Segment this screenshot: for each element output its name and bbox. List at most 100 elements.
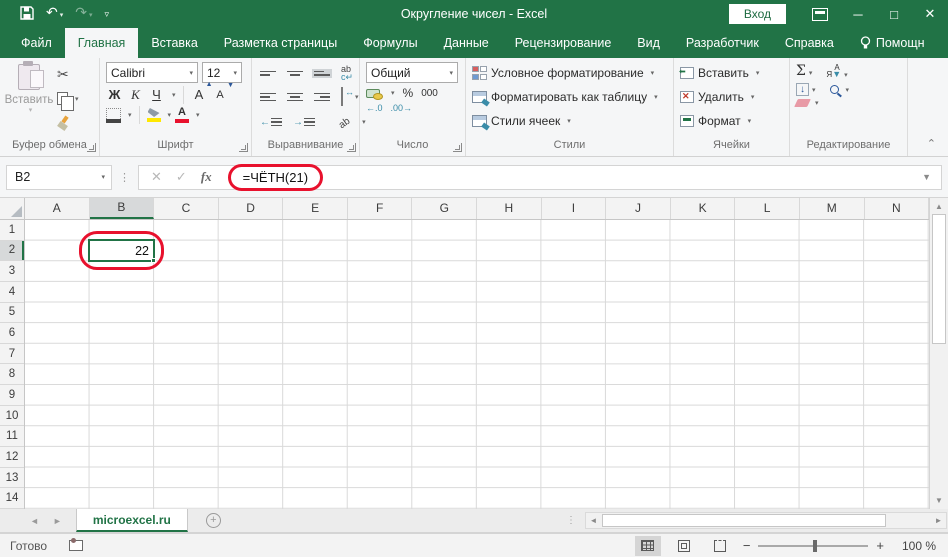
underline-button[interactable]: Ч xyxy=(148,85,165,104)
tab-Помощн[interactable]: Помощн xyxy=(847,28,938,58)
merge-center-button[interactable] xyxy=(339,86,345,108)
sheet-tab-active[interactable]: microexcel.ru xyxy=(76,509,188,532)
tab-Общий доступ[interactable]: Общий доступ xyxy=(938,28,948,58)
increase-indent-button[interactable]: → xyxy=(291,115,317,130)
column-header-M[interactable]: M xyxy=(800,198,865,219)
vertical-scrollbar-thumb[interactable] xyxy=(932,214,946,344)
scroll-left-icon[interactable]: ◄ xyxy=(586,516,601,525)
conditional-formatting-button[interactable]: Условное форматирование▾ xyxy=(472,62,668,84)
borders-dropdown-icon[interactable]: ▾ xyxy=(128,111,132,119)
tab-Разработчик[interactable]: Разработчик xyxy=(673,28,772,58)
zoom-out-icon[interactable]: − xyxy=(743,538,751,553)
zoom-slider[interactable] xyxy=(758,545,868,547)
copy-button[interactable]: ▾ xyxy=(57,88,79,110)
tab-Формулы[interactable]: Формулы xyxy=(350,28,430,58)
increase-decimal-icon[interactable]: ←.0 xyxy=(366,103,383,113)
maximize-button[interactable]: □ xyxy=(876,0,912,28)
column-header-K[interactable]: K xyxy=(671,198,736,219)
column-header-A[interactable]: A xyxy=(25,198,90,219)
column-header-B[interactable]: B xyxy=(90,198,155,219)
align-center-button[interactable] xyxy=(285,91,305,104)
customize-qat-icon[interactable]: ▿ xyxy=(105,7,110,21)
zoom-level[interactable]: 100 % xyxy=(892,539,936,553)
borders-icon[interactable] xyxy=(106,108,121,123)
delete-cells-button[interactable]: Удалить▾ xyxy=(680,86,784,108)
sign-in-button[interactable]: Вход xyxy=(729,4,786,24)
select-all-corner[interactable] xyxy=(0,198,25,219)
accounting-format-icon[interactable] xyxy=(366,89,380,98)
close-button[interactable]: ✕ xyxy=(912,0,948,28)
row-header-11[interactable]: 11 xyxy=(0,426,24,447)
autosum-button[interactable]: Σ▾ xyxy=(796,62,812,80)
insert-function-icon[interactable]: fx xyxy=(201,169,212,185)
column-header-E[interactable]: E xyxy=(283,198,348,219)
shrink-font-button[interactable]: А▲ xyxy=(212,85,229,104)
decrease-decimal-icon[interactable]: .00→ xyxy=(391,103,413,113)
column-header-C[interactable]: C xyxy=(154,198,219,219)
column-header-D[interactable]: D xyxy=(219,198,284,219)
page-layout-view-button[interactable] xyxy=(671,536,697,556)
format-as-table-button[interactable]: Форматировать как таблицу▾ xyxy=(472,86,668,108)
format-cells-button[interactable]: Формат▾ xyxy=(680,110,784,132)
fill-button[interactable]: ↓▾ xyxy=(796,83,816,96)
font-color-button[interactable]: А xyxy=(175,107,189,123)
cut-button[interactable]: ✂ xyxy=(57,63,79,85)
row-header-13[interactable]: 13 xyxy=(0,468,24,489)
italic-button[interactable]: К xyxy=(127,85,144,104)
alignment-dialog-launcher-icon[interactable] xyxy=(347,143,356,152)
horizontal-scrollbar-thumb[interactable] xyxy=(602,514,886,527)
vertical-scrollbar[interactable]: ▲ ▼ xyxy=(929,198,948,509)
cells-area[interactable]: 22 xyxy=(25,220,929,509)
number-dialog-launcher-icon[interactable] xyxy=(453,143,462,152)
formula-input[interactable]: ✕ ✓ fx =ЧЁТН(21) ▼ xyxy=(138,165,942,190)
tab-Файл[interactable]: Файл xyxy=(8,28,65,58)
column-header-H[interactable]: H xyxy=(477,198,542,219)
row-header-4[interactable]: 4 xyxy=(0,282,24,303)
column-header-F[interactable]: F xyxy=(348,198,413,219)
format-painter-button[interactable] xyxy=(57,112,79,134)
paste-button[interactable]: Вставить ▾ xyxy=(6,61,52,138)
macro-record-icon[interactable] xyxy=(69,540,83,551)
align-middle-button[interactable] xyxy=(285,69,305,78)
column-header-N[interactable]: N xyxy=(865,198,930,219)
orientation-button[interactable]: ab xyxy=(337,111,352,133)
clear-button[interactable]: ▾ xyxy=(796,99,819,107)
formula-bar-resize-handle[interactable]: ⋮ xyxy=(119,171,131,184)
number-format-combo[interactable]: Общий▾ xyxy=(366,62,458,83)
tab-Данные[interactable]: Данные xyxy=(431,28,502,58)
fill-color-button[interactable] xyxy=(147,108,161,122)
next-sheet-icon[interactable]: ► xyxy=(53,516,62,526)
row-header-1[interactable]: 1 xyxy=(0,220,24,241)
row-header-9[interactable]: 9 xyxy=(0,385,24,406)
insert-cells-button[interactable]: Вставить▾ xyxy=(680,62,784,84)
font-size-combo[interactable]: 12▾ xyxy=(202,62,242,83)
column-header-L[interactable]: L xyxy=(735,198,800,219)
ribbon-display-options-icon[interactable] xyxy=(812,8,828,21)
row-header-3[interactable]: 3 xyxy=(0,261,24,282)
font-name-combo[interactable]: Calibri▾ xyxy=(106,62,198,83)
find-select-button[interactable]: ▾ xyxy=(830,85,850,94)
clipboard-dialog-launcher-icon[interactable] xyxy=(87,143,96,152)
minimize-button[interactable]: ─ xyxy=(840,0,876,28)
cell-styles-button[interactable]: Стили ячеек▾ xyxy=(472,110,668,132)
normal-view-button[interactable] xyxy=(635,536,661,556)
row-header-7[interactable]: 7 xyxy=(0,344,24,365)
underline-dropdown-icon[interactable]: ▾ xyxy=(172,91,176,99)
column-header-J[interactable]: J xyxy=(606,198,671,219)
row-header-12[interactable]: 12 xyxy=(0,447,24,468)
decrease-indent-button[interactable]: ← xyxy=(258,115,284,130)
zoom-in-icon[interactable]: + xyxy=(876,538,884,553)
percent-style-button[interactable]: % xyxy=(403,86,414,100)
align-top-button[interactable] xyxy=(258,69,278,78)
comma-style-button[interactable]: 000 xyxy=(421,88,438,99)
row-header-10[interactable]: 10 xyxy=(0,406,24,427)
merge-dropdown-icon[interactable]: ▾ xyxy=(355,93,359,101)
fill-color-dropdown-icon[interactable]: ▾ xyxy=(168,111,172,119)
align-right-button[interactable] xyxy=(312,91,332,104)
row-header-5[interactable]: 5 xyxy=(0,303,24,324)
active-cell-b2[interactable]: 22 xyxy=(88,239,155,262)
accounting-dropdown-icon[interactable]: ▾ xyxy=(391,89,395,97)
row-header-14[interactable]: 14 xyxy=(0,488,24,509)
tab-Рецензирование[interactable]: Рецензирование xyxy=(502,28,625,58)
scroll-up-icon[interactable]: ▲ xyxy=(930,198,948,215)
